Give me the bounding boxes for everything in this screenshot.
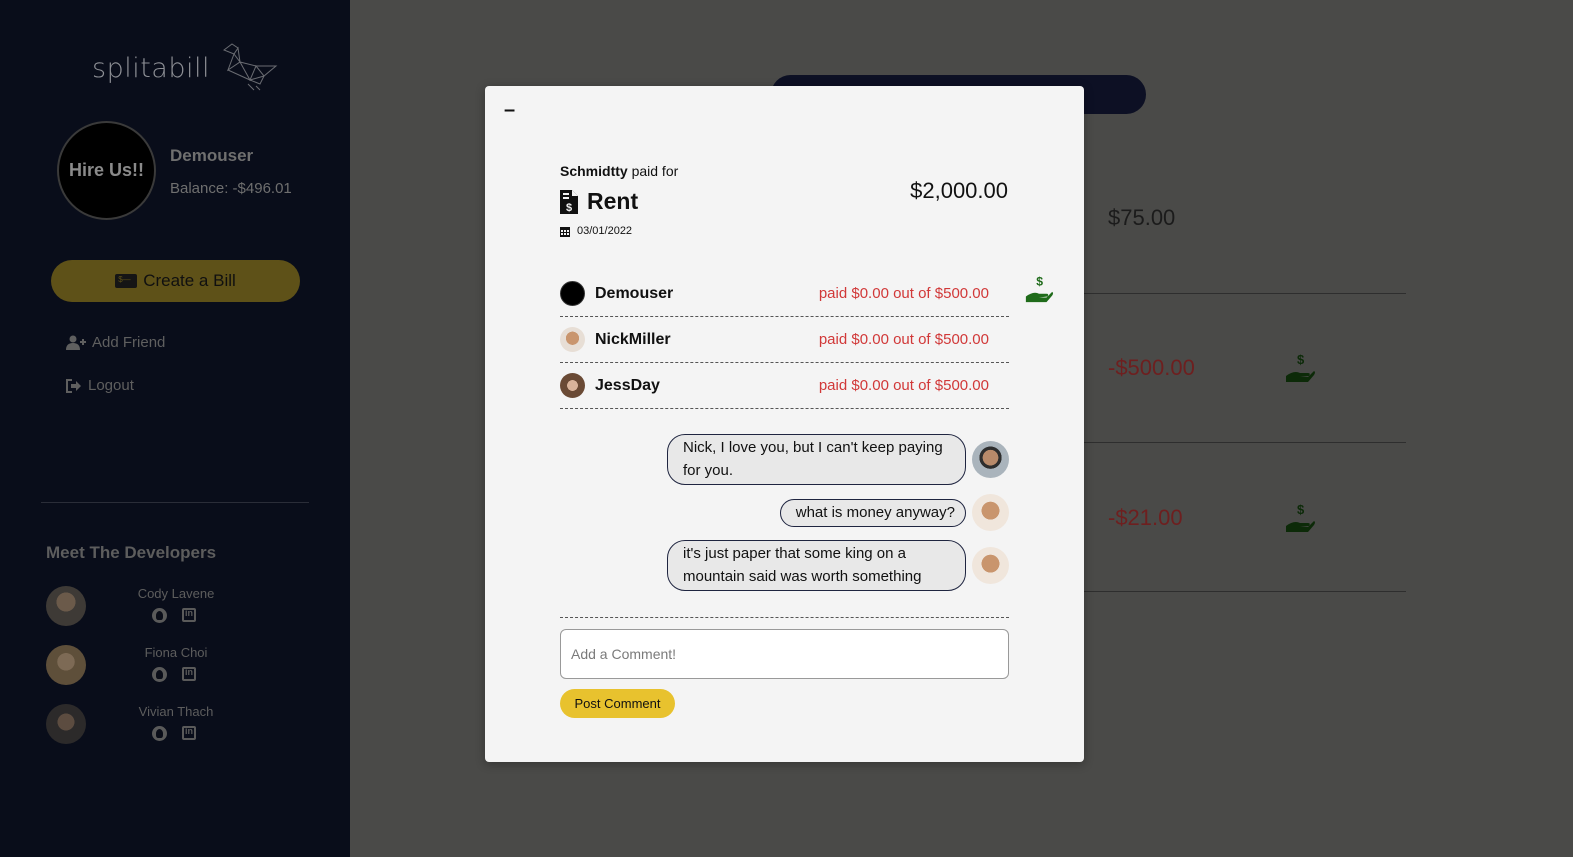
comment-bubble: Nick, I love you, but I can't keep payin… — [667, 434, 966, 485]
developer-name: Vivian Thach — [138, 704, 214, 719]
bill-date-text: 03/01/2022 — [577, 225, 633, 237]
developer-avatar — [46, 586, 86, 626]
row-divider — [1084, 293, 1406, 294]
developer-name: Cody Lavene — [137, 586, 215, 601]
add-user-icon — [66, 335, 86, 350]
commenter-avatar — [972, 441, 1009, 478]
developer-card: Vivian Thach — [46, 704, 306, 750]
linkedin-icon[interactable] — [182, 608, 196, 622]
payer-line: Schmidtty paid for — [560, 163, 678, 179]
create-bill-button[interactable]: Create a Bill — [51, 260, 300, 302]
split-avatar — [560, 373, 585, 398]
calendar-icon — [560, 226, 570, 237]
split-row: Demouser paid $0.00 out of $500.00 — [560, 271, 1009, 317]
comment-bubble: it's just paper that some king on a moun… — [667, 540, 966, 591]
developer-card: Fiona Choi — [46, 645, 306, 691]
developers-heading: Meet The Developers — [46, 543, 217, 562]
post-comment-button[interactable]: Post Comment — [560, 689, 675, 718]
bill-amount: -$500.00 — [1108, 355, 1195, 380]
logo-text: splitabill — [92, 53, 210, 84]
split-status: paid $0.00 out of $500.00 — [818, 331, 989, 348]
developer-avatar — [46, 704, 86, 744]
split-list: Demouser paid $0.00 out of $500.00 NickM… — [560, 271, 1009, 409]
comment-input[interactable] — [560, 629, 1009, 679]
github-icon[interactable] — [152, 667, 167, 682]
split-status: paid $0.00 out of $500.00 — [818, 377, 989, 394]
github-icon[interactable] — [152, 608, 167, 623]
developer-avatar — [46, 645, 86, 685]
linkedin-icon[interactable] — [182, 667, 196, 681]
pay-hand-icon: $ — [1284, 352, 1316, 389]
user-name: Demouser — [170, 146, 254, 165]
svg-text:$: $ — [1036, 274, 1043, 288]
create-bill-label: Create a Bill — [143, 271, 236, 290]
commenter-avatar — [972, 494, 1009, 531]
split-name: Demouser — [595, 284, 674, 302]
bill-amount: -$21.00 — [1108, 505, 1183, 530]
row-divider — [1084, 442, 1406, 443]
close-modal-button[interactable]: – — [504, 100, 515, 120]
split-avatar — [560, 327, 585, 352]
bill-name: Rent — [587, 188, 639, 214]
bill-date: 03/01/2022 — [560, 225, 632, 237]
row-divider — [1084, 591, 1406, 592]
svg-text:$: $ — [1297, 352, 1305, 367]
paid-for-text: paid for — [627, 163, 679, 179]
split-avatar — [560, 281, 585, 306]
add-friend-label: Add Friend — [92, 334, 166, 351]
pay-hand-icon[interactable]: $ — [1024, 274, 1054, 309]
split-row: JessDay paid $0.00 out of $500.00 — [560, 363, 1009, 409]
developer-card: Cody Lavene — [46, 586, 306, 632]
bill-title: $ Rent — [560, 188, 638, 215]
logout-label: Logout — [88, 377, 134, 394]
developer-name: Fiona Choi — [144, 645, 208, 660]
comment-item: what is money anyway? — [779, 494, 1009, 531]
sidebar-divider — [41, 502, 309, 503]
user-balance: Balance: -$496.01 — [170, 180, 292, 197]
linkedin-icon[interactable] — [182, 726, 196, 740]
comment-item: it's just paper that some king on a moun… — [667, 540, 1009, 591]
github-icon[interactable] — [152, 726, 167, 741]
comment-bubble: what is money anyway? — [779, 498, 966, 527]
sidebar: splitabill Hire Us!! Demouser Balance: -… — [0, 0, 350, 857]
pay-hand-icon: $ — [1284, 502, 1316, 539]
bill-detail-modal: – Schmidtty paid for $ Rent 03/01/2022 $… — [485, 86, 1084, 762]
commenter-avatar — [972, 547, 1009, 584]
logout-link[interactable]: Logout — [66, 377, 134, 394]
comment-item: Nick, I love you, but I can't keep payin… — [667, 434, 1009, 485]
split-name: NickMiller — [595, 330, 671, 348]
logout-icon — [66, 378, 81, 393]
user-avatar[interactable]: Hire Us!! — [57, 121, 156, 220]
app-logo[interactable]: splitabill — [92, 40, 278, 97]
invoice-dollar-icon: $ — [560, 189, 578, 214]
comment-divider — [560, 617, 1009, 618]
money-card-icon — [115, 274, 138, 288]
payer-name: Schmidtty — [560, 163, 628, 179]
split-status: paid $0.00 out of $500.00 — [818, 285, 989, 302]
add-friend-link[interactable]: Add Friend — [66, 334, 165, 351]
svg-text:$: $ — [1297, 502, 1305, 517]
duck-logo-icon — [220, 40, 278, 97]
split-name: JessDay — [595, 376, 660, 394]
split-row: NickMiller paid $0.00 out of $500.00 — [560, 317, 1009, 363]
svg-text:$: $ — [566, 202, 572, 214]
bill-amount: $75.00 — [1108, 205, 1176, 230]
bill-total: $2,000.00 — [910, 178, 1008, 203]
